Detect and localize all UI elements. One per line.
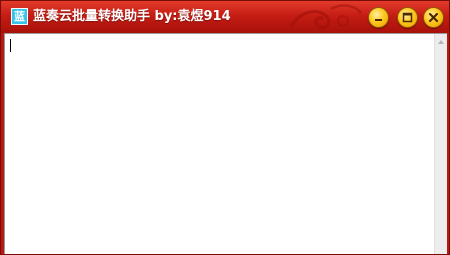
vertical-scrollbar[interactable]: [434, 34, 447, 254]
window-title: 蓝奏云批量转换助手 by:袁煜914: [33, 9, 231, 24]
minimize-button[interactable]: [368, 7, 389, 28]
title-bar[interactable]: 蓝 蓝奏云批量转换助手 by:袁煜914: [1, 1, 449, 33]
maximize-icon: [402, 12, 413, 23]
title-ornament-decoration: [289, 4, 362, 29]
close-icon: [428, 12, 439, 23]
app-icon: 蓝: [11, 8, 28, 25]
minimize-icon: [375, 19, 382, 21]
maximize-button[interactable]: [397, 7, 418, 28]
content-area: [4, 33, 447, 254]
close-button[interactable]: [423, 7, 444, 28]
text-editor[interactable]: [5, 34, 434, 254]
scroll-up-arrow-icon[interactable]: [435, 37, 447, 47]
app-window: 蓝 蓝奏云批量转换助手 by:袁煜914: [0, 0, 450, 255]
text-caret: [10, 39, 11, 52]
